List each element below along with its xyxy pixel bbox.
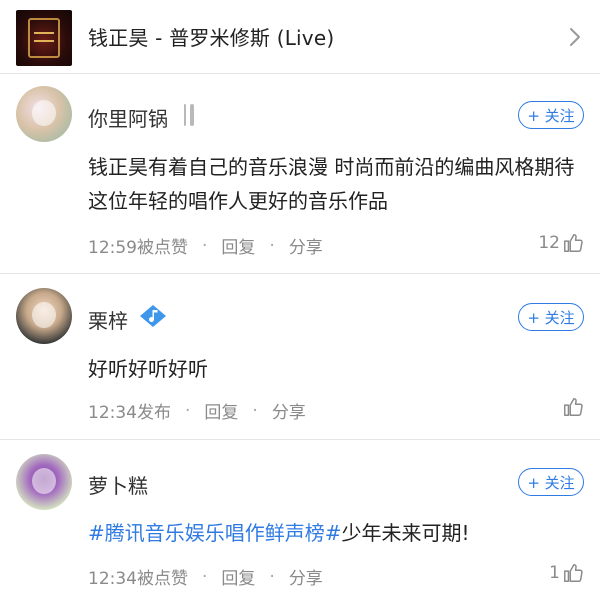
share-link[interactable]: 分享 [272,398,306,423]
meta-separator: · [202,566,208,587]
comment-time: 12:59被点赞 [88,238,188,258]
like-count: 12 [538,233,560,253]
like-button[interactable] [560,396,584,418]
like-count: 1 [549,563,560,583]
avatar[interactable] [16,454,72,510]
comment-meta: 12:34发布 · 回复 · 分享 [88,398,306,424]
hashtag-link[interactable]: #腾讯音乐娱乐唱作鲜声榜# [88,521,342,545]
reply-link[interactable]: 回复 [204,398,238,423]
reply-link[interactable]: 回复 [221,564,255,589]
comment-time: 12:34发布 [88,403,171,423]
comment-text: 钱正昊有着自己的音乐浪漫 时尚而前沿的编曲风格期待这位年轻的唱作人更好的音乐作品 [88,155,575,213]
comment-item: 萝卜糕 + 关注 #腾讯音乐娱乐唱作鲜声榜#少年未来可期! 12:34被点赞 ·… [0,440,600,604]
thumbs-up-icon [564,398,583,416]
chevron-right-icon[interactable] [568,26,582,48]
comment-text: #腾讯音乐娱乐唱作鲜声榜#少年未来可期! [88,516,584,550]
username[interactable]: 你里阿锅 [88,103,168,132]
fork-knife-icon [184,104,194,126]
album-cover-art-line [34,32,54,34]
comment-text-rest: 少年未来可期! [341,521,470,545]
follow-button[interactable]: + 关注 [518,468,584,496]
comment-meta: 12:59被点赞 · 回复 · 分享 [88,233,323,259]
album-cover-art-line [34,40,54,42]
avatar[interactable] [16,86,72,142]
thumbs-up-icon [564,564,583,582]
username[interactable]: 栗梓 [88,305,128,334]
share-link[interactable]: 分享 [289,233,323,258]
music-header[interactable]: 钱正昊 - 普罗米修斯 (Live) [0,0,600,74]
avatar[interactable] [16,288,72,344]
follow-button[interactable]: + 关注 [518,101,584,129]
like-button[interactable]: 12 [538,232,584,254]
meta-separator: · [252,400,258,421]
thumbs-up-icon [564,234,583,252]
avatar-face [32,468,56,494]
meta-separator: · [185,400,191,421]
comment-meta: 12:34被点赞 · 回复 · 分享 [88,564,323,590]
comment-item: 栗梓 + 关注 好听好听好听 12:34发布 · 回复 · 分享 [0,274,600,440]
music-note-diamond-icon [140,305,166,327]
comment-time: 12:34被点赞 [88,569,188,589]
album-cover-art [28,18,60,58]
album-cover[interactable] [16,10,72,66]
username[interactable]: 萝卜糕 [88,470,148,499]
follow-button[interactable]: + 关注 [518,303,584,331]
meta-separator: · [269,235,275,256]
avatar-face [32,302,56,328]
meta-separator: · [269,566,275,587]
meta-separator: · [202,235,208,256]
avatar-face [32,100,56,126]
comment-item: 你里阿锅 + 关注 钱正昊有着自己的音乐浪漫 时尚而前沿的编曲风格期待这位年轻的… [0,74,600,274]
reply-link[interactable]: 回复 [221,233,255,258]
song-title[interactable]: 钱正昊 - 普罗米修斯 (Live) [88,22,334,51]
share-link[interactable]: 分享 [289,564,323,589]
comment-text: 好听好听好听 [88,357,208,381]
like-button[interactable]: 1 [549,562,584,584]
